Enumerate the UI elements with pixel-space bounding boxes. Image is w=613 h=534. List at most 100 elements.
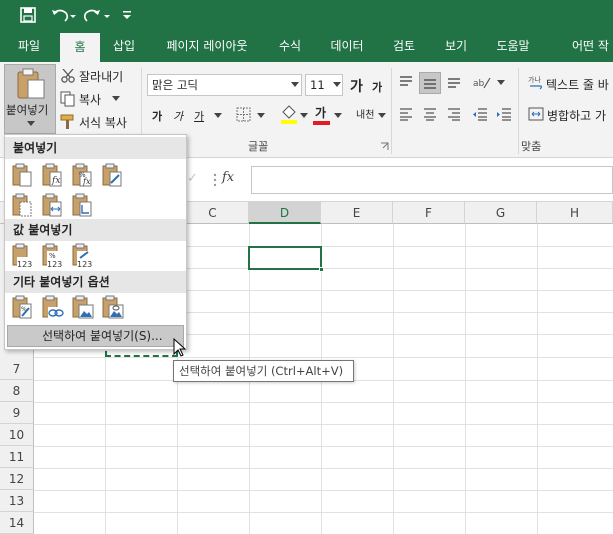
- grow-font-button[interactable]: 가: [350, 76, 363, 96]
- paste-keep-column-widths-icon[interactable]: [41, 193, 65, 219]
- title-bar: [0, 0, 613, 30]
- enter-formula-button[interactable]: ✓: [187, 171, 198, 186]
- column-header-d[interactable]: D: [249, 202, 321, 224]
- paste-linked-picture-icon[interactable]: [101, 295, 125, 321]
- mouse-cursor-icon: [173, 338, 187, 357]
- font-name-field[interactable]: 맑은 고딕: [147, 74, 302, 96]
- paste-keep-source-formatting-icon[interactable]: [101, 163, 125, 189]
- column-header-h[interactable]: H: [537, 202, 613, 224]
- align-center-icon[interactable]: [422, 107, 438, 121]
- row-header-11[interactable]: 11: [0, 446, 34, 468]
- paste-icon[interactable]: [11, 163, 35, 189]
- chevron-down-icon[interactable]: [378, 113, 386, 119]
- paste-transpose-icon[interactable]: [71, 193, 95, 219]
- fill-color-icon[interactable]: [280, 104, 298, 124]
- chevron-down-icon[interactable]: [214, 113, 222, 119]
- chevron-down-icon[interactable]: [497, 80, 505, 86]
- row-header-12[interactable]: 12: [0, 468, 34, 490]
- chevron-down-icon[interactable]: [112, 96, 120, 102]
- tab-view[interactable]: 보기: [436, 30, 476, 62]
- format-painter-icon: [60, 114, 74, 129]
- formula-bar-divider-icon: [213, 173, 217, 187]
- svg-text:123: 123: [47, 260, 62, 269]
- active-cell[interactable]: [248, 246, 322, 270]
- format-painter-button[interactable]: 서식 복사: [79, 114, 127, 131]
- column-header-c[interactable]: C: [177, 202, 249, 224]
- tab-home[interactable]: 홈: [60, 33, 100, 62]
- row-header-9[interactable]: 9: [0, 402, 34, 424]
- cut-button[interactable]: 잘라내기: [79, 68, 123, 85]
- redo-icon[interactable]: [84, 7, 110, 23]
- phonetic-button[interactable]: 내천: [356, 106, 374, 121]
- align-middle-icon: [424, 79, 436, 89]
- increase-indent-icon[interactable]: [496, 107, 512, 121]
- font-color-button[interactable]: 가: [315, 104, 326, 121]
- paste-options-menu: 붙여넣기 fx %fx 값 붙여넣기 123 %123 123 기타 붙여넣: [4, 134, 187, 350]
- align-right-icon[interactable]: [446, 107, 462, 121]
- chevron-down-icon[interactable]: [257, 113, 265, 119]
- row-header-13[interactable]: 13: [0, 490, 34, 512]
- font-color-swatch: [313, 121, 330, 125]
- tab-help[interactable]: 도움말: [486, 30, 540, 62]
- shrink-font-button[interactable]: 가: [372, 79, 382, 95]
- align-left-icon[interactable]: [398, 107, 414, 121]
- row-header-7[interactable]: 7: [0, 358, 34, 380]
- formula-input[interactable]: [251, 166, 613, 194]
- paste-formulas-icon[interactable]: fx: [41, 163, 65, 189]
- tab-page-layout[interactable]: 페이지 레이아웃: [152, 30, 262, 62]
- chevron-down-icon: [27, 121, 35, 126]
- copy-button[interactable]: 복사: [79, 91, 101, 108]
- menu-section-paste-values: 값 붙여넣기: [5, 219, 186, 241]
- dialog-launcher-icon[interactable]: [380, 142, 389, 151]
- orientation-icon[interactable]: ab: [472, 74, 492, 90]
- svg-text:fx: fx: [82, 177, 91, 186]
- tab-file[interactable]: 파일: [8, 30, 50, 62]
- row-header-8[interactable]: 8: [0, 380, 34, 402]
- paste-no-borders-icon[interactable]: [11, 193, 35, 219]
- fill-handle[interactable]: [319, 267, 324, 272]
- svg-text:fx: fx: [51, 176, 60, 186]
- wrap-text-button[interactable]: 텍스트 줄 바: [546, 76, 609, 93]
- paste-special-item[interactable]: 선택하여 붙여넣기(S)...: [7, 325, 184, 347]
- paste-values-icon[interactable]: 123: [11, 243, 35, 269]
- insert-function-button[interactable]: fx: [222, 170, 234, 185]
- svg-text:가나: 가나: [528, 75, 541, 84]
- column-header-g[interactable]: G: [465, 202, 537, 224]
- paste-values-number-format-icon[interactable]: %123: [41, 243, 65, 269]
- customize-qat-icon[interactable]: [122, 10, 132, 20]
- chevron-down-icon[interactable]: [334, 113, 342, 119]
- chevron-down-icon[interactable]: [300, 113, 308, 119]
- underline-button[interactable]: 가: [194, 108, 204, 124]
- menu-section-other-paste: 기타 붙여넣기 옵션: [5, 271, 186, 293]
- wrap-text-icon: 가나: [528, 75, 543, 90]
- align-top-icon[interactable]: [398, 75, 414, 89]
- paste-values-source-formatting-icon[interactable]: 123: [71, 243, 95, 269]
- copy-icon: [60, 91, 75, 107]
- paste-formulas-number-format-icon[interactable]: %fx: [71, 163, 95, 189]
- bold-button[interactable]: 가: [152, 108, 162, 124]
- tab-insert[interactable]: 삽입: [104, 30, 144, 62]
- save-icon[interactable]: [20, 7, 36, 23]
- undo-icon[interactable]: [50, 7, 76, 23]
- svg-text:%: %: [49, 252, 56, 260]
- italic-button[interactable]: 가: [173, 108, 183, 124]
- paste-picture-icon[interactable]: [71, 295, 95, 321]
- svg-text:ab: ab: [473, 79, 485, 89]
- tell-me-search[interactable]: 어떤 작: [572, 30, 613, 62]
- tab-data[interactable]: 데이터: [322, 30, 372, 62]
- column-header-f[interactable]: F: [393, 202, 465, 224]
- paste-formatting-icon[interactable]: %: [11, 295, 35, 321]
- tab-review[interactable]: 검토: [384, 30, 424, 62]
- tab-formulas[interactable]: 수식: [270, 30, 310, 62]
- paste-link-icon[interactable]: [41, 295, 65, 321]
- borders-icon[interactable]: [236, 107, 252, 123]
- align-bottom-icon[interactable]: [446, 75, 462, 89]
- chevron-down-icon: [333, 82, 341, 87]
- decrease-indent-icon[interactable]: [472, 107, 488, 121]
- paste-label: 붙여넣기: [6, 103, 49, 117]
- merge-center-button[interactable]: 병합하고 가: [547, 107, 606, 124]
- column-header-e[interactable]: E: [321, 202, 393, 224]
- row-header-10[interactable]: 10: [0, 424, 34, 446]
- font-group-label: 글꼴: [248, 140, 269, 153]
- row-header-14[interactable]: 14: [0, 512, 34, 534]
